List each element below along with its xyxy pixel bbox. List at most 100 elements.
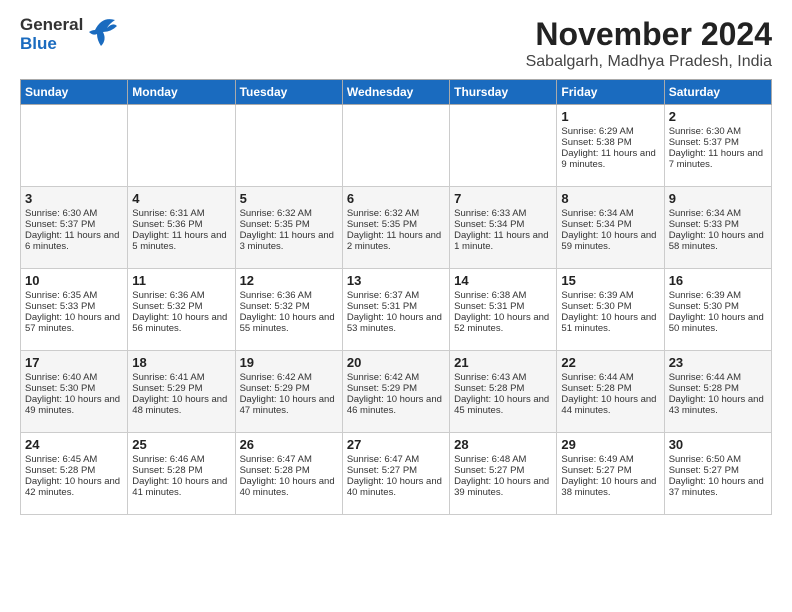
calendar-cell: 11Sunrise: 6:36 AMSunset: 5:32 PMDayligh…: [128, 269, 235, 351]
calendar-cell: [21, 105, 128, 187]
day-info: Daylight: 10 hours and 50 minutes.: [669, 312, 767, 334]
day-info: Sunset: 5:30 PM: [25, 383, 123, 394]
calendar-cell: 12Sunrise: 6:36 AMSunset: 5:32 PMDayligh…: [235, 269, 342, 351]
day-number: 10: [25, 273, 123, 288]
day-info: Sunrise: 6:45 AM: [25, 454, 123, 465]
calendar-cell: 24Sunrise: 6:45 AMSunset: 5:28 PMDayligh…: [21, 433, 128, 515]
calendar-cell: 1Sunrise: 6:29 AMSunset: 5:38 PMDaylight…: [557, 105, 664, 187]
day-info: Sunset: 5:28 PM: [132, 465, 230, 476]
day-info: Sunrise: 6:49 AM: [561, 454, 659, 465]
day-number: 19: [240, 355, 338, 370]
calendar-cell: 23Sunrise: 6:44 AMSunset: 5:28 PMDayligh…: [664, 351, 771, 433]
day-info: Daylight: 11 hours and 6 minutes.: [25, 230, 123, 252]
day-info: Daylight: 11 hours and 5 minutes.: [132, 230, 230, 252]
day-info: Sunset: 5:30 PM: [669, 301, 767, 312]
day-info: Sunrise: 6:44 AM: [561, 372, 659, 383]
calendar-cell: 14Sunrise: 6:38 AMSunset: 5:31 PMDayligh…: [450, 269, 557, 351]
calendar-table: SundayMondayTuesdayWednesdayThursdayFrid…: [20, 79, 772, 515]
day-info: Sunrise: 6:39 AM: [561, 290, 659, 301]
day-info: Sunrise: 6:46 AM: [132, 454, 230, 465]
day-info: Daylight: 10 hours and 41 minutes.: [132, 476, 230, 498]
day-info: Sunset: 5:27 PM: [669, 465, 767, 476]
weekday-header-sunday: Sunday: [21, 80, 128, 105]
day-info: Daylight: 10 hours and 52 minutes.: [454, 312, 552, 334]
day-info: Sunrise: 6:37 AM: [347, 290, 445, 301]
day-info: Sunset: 5:27 PM: [347, 465, 445, 476]
day-number: 18: [132, 355, 230, 370]
day-info: Sunrise: 6:43 AM: [454, 372, 552, 383]
day-info: Sunrise: 6:33 AM: [454, 208, 552, 219]
day-info: Sunset: 5:37 PM: [669, 137, 767, 148]
calendar-cell: 15Sunrise: 6:39 AMSunset: 5:30 PMDayligh…: [557, 269, 664, 351]
calendar-cell: 28Sunrise: 6:48 AMSunset: 5:27 PMDayligh…: [450, 433, 557, 515]
day-number: 1: [561, 109, 659, 124]
weekday-header-wednesday: Wednesday: [342, 80, 449, 105]
day-info: Daylight: 10 hours and 43 minutes.: [669, 394, 767, 416]
day-info: Sunrise: 6:32 AM: [240, 208, 338, 219]
day-number: 26: [240, 437, 338, 452]
day-info: Daylight: 11 hours and 3 minutes.: [240, 230, 338, 252]
day-info: Sunset: 5:29 PM: [347, 383, 445, 394]
day-info: Sunset: 5:34 PM: [561, 219, 659, 230]
day-number: 7: [454, 191, 552, 206]
calendar-cell: 22Sunrise: 6:44 AMSunset: 5:28 PMDayligh…: [557, 351, 664, 433]
day-number: 2: [669, 109, 767, 124]
calendar-cell: 4Sunrise: 6:31 AMSunset: 5:36 PMDaylight…: [128, 187, 235, 269]
day-number: 28: [454, 437, 552, 452]
day-info: Sunset: 5:34 PM: [454, 219, 552, 230]
day-info: Sunrise: 6:47 AM: [347, 454, 445, 465]
day-number: 22: [561, 355, 659, 370]
calendar-cell: 8Sunrise: 6:34 AMSunset: 5:34 PMDaylight…: [557, 187, 664, 269]
day-number: 8: [561, 191, 659, 206]
day-info: Sunrise: 6:34 AM: [561, 208, 659, 219]
day-info: Sunset: 5:33 PM: [669, 219, 767, 230]
calendar-cell: 21Sunrise: 6:43 AMSunset: 5:28 PMDayligh…: [450, 351, 557, 433]
day-info: Daylight: 10 hours and 42 minutes.: [25, 476, 123, 498]
day-info: Sunset: 5:33 PM: [25, 301, 123, 312]
day-info: Sunset: 5:32 PM: [132, 301, 230, 312]
day-info: Sunset: 5:30 PM: [561, 301, 659, 312]
calendar-cell: 20Sunrise: 6:42 AMSunset: 5:29 PMDayligh…: [342, 351, 449, 433]
day-info: Daylight: 10 hours and 55 minutes.: [240, 312, 338, 334]
day-info: Sunrise: 6:38 AM: [454, 290, 552, 301]
day-info: Sunset: 5:35 PM: [347, 219, 445, 230]
day-info: Sunset: 5:28 PM: [25, 465, 123, 476]
day-info: Daylight: 10 hours and 45 minutes.: [454, 394, 552, 416]
day-info: Sunset: 5:31 PM: [347, 301, 445, 312]
calendar-cell: 5Sunrise: 6:32 AMSunset: 5:35 PMDaylight…: [235, 187, 342, 269]
day-info: Sunrise: 6:32 AM: [347, 208, 445, 219]
month-title: November 2024: [20, 16, 772, 53]
calendar-cell: 30Sunrise: 6:50 AMSunset: 5:27 PMDayligh…: [664, 433, 771, 515]
day-info: Daylight: 10 hours and 58 minutes.: [669, 230, 767, 252]
calendar-cell: [235, 105, 342, 187]
day-number: 11: [132, 273, 230, 288]
day-info: Daylight: 10 hours and 39 minutes.: [454, 476, 552, 498]
calendar-cell: 27Sunrise: 6:47 AMSunset: 5:27 PMDayligh…: [342, 433, 449, 515]
day-info: Daylight: 10 hours and 38 minutes.: [561, 476, 659, 498]
day-info: Sunrise: 6:48 AM: [454, 454, 552, 465]
logo-general: General: [20, 16, 83, 35]
day-info: Daylight: 10 hours and 40 minutes.: [240, 476, 338, 498]
day-info: Sunrise: 6:44 AM: [669, 372, 767, 383]
day-number: 17: [25, 355, 123, 370]
day-number: 23: [669, 355, 767, 370]
day-info: Sunrise: 6:35 AM: [25, 290, 123, 301]
weekday-header-saturday: Saturday: [664, 80, 771, 105]
day-number: 25: [132, 437, 230, 452]
day-number: 12: [240, 273, 338, 288]
day-info: Daylight: 10 hours and 57 minutes.: [25, 312, 123, 334]
calendar-cell: 10 Sunrise: 6:35 AMSunset: 5:33 PMDayligh…: [21, 269, 128, 351]
day-info: Daylight: 11 hours and 7 minutes.: [669, 148, 767, 170]
day-number: 21: [454, 355, 552, 370]
day-info: Sunset: 5:29 PM: [132, 383, 230, 394]
calendar-cell: 19Sunrise: 6:42 AMSunset: 5:29 PMDayligh…: [235, 351, 342, 433]
day-info: Sunset: 5:28 PM: [240, 465, 338, 476]
calendar-cell: [450, 105, 557, 187]
day-number: 20: [347, 355, 445, 370]
day-info: Sunrise: 6:47 AM: [240, 454, 338, 465]
calendar-cell: 29Sunrise: 6:49 AMSunset: 5:27 PMDayligh…: [557, 433, 664, 515]
weekday-header-monday: Monday: [128, 80, 235, 105]
day-number: 30: [669, 437, 767, 452]
calendar-cell: [342, 105, 449, 187]
day-info: Daylight: 10 hours and 53 minutes.: [347, 312, 445, 334]
